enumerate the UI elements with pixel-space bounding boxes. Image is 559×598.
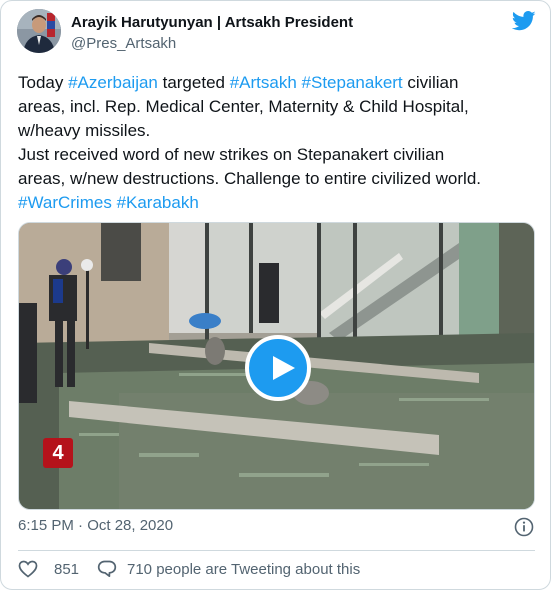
conversation-link[interactable]: 710 people are Tweeting about this: [97, 558, 360, 580]
tweet-text-segment: w/heavy missiles.: [18, 121, 151, 140]
tweet-card: Arayik Harutyunyan | Artsakh President @…: [0, 0, 551, 590]
tweet-line: areas, w/new destructions. Challenge to …: [18, 167, 538, 191]
avatar-photo: [17, 9, 61, 53]
conversation-text: 710 people are Tweeting about this: [127, 560, 361, 578]
tweet-text-segment: Today: [18, 73, 69, 92]
like-count: 851: [54, 560, 80, 578]
tweet-text-segment: civilian: [402, 73, 459, 92]
divider: [18, 550, 535, 551]
tweet-text-segment: areas, w/new destructions. Challenge to …: [18, 169, 482, 188]
tweet-line: w/heavy missiles.: [18, 119, 538, 143]
tweet-line: Just received word of new strikes on Ste…: [18, 143, 538, 167]
hashtag-link[interactable]: #WarCrimes: [18, 193, 112, 212]
channel-logo: 4: [43, 438, 73, 468]
twitter-bird-icon[interactable]: [512, 11, 536, 31]
tweet-timestamp[interactable]: 6:15 PM · Oct 28, 2020: [18, 517, 173, 534]
play-icon[interactable]: [245, 335, 311, 401]
hashtag-link[interactable]: #Stepanakert: [302, 73, 403, 92]
hashtag-link[interactable]: #Artsakh: [230, 73, 297, 92]
tweet-text-segment: areas, incl. Rep. Medical Center, Matern…: [18, 97, 469, 116]
info-icon[interactable]: [514, 517, 534, 537]
like-button[interactable]: 851: [18, 558, 79, 580]
author-handle[interactable]: @Pres_Artsakh: [71, 35, 176, 52]
hashtag-link[interactable]: #Azerbaijan: [68, 73, 158, 92]
author-name[interactable]: Arayik Harutyunyan | Artsakh President: [71, 14, 353, 31]
tweet-body: Today #Azerbaijan targeted #Artsakh #Ste…: [18, 71, 538, 215]
tweet-line: Today #Azerbaijan targeted #Artsakh #Ste…: [18, 71, 538, 95]
avatar[interactable]: [17, 9, 61, 53]
tweet-text-segment: targeted: [157, 73, 230, 92]
tweet-text-segment: Just received word of new strikes on Ste…: [18, 145, 445, 164]
tweet-line: #WarCrimes #Karabakh: [18, 191, 538, 215]
tweet-line: areas, incl. Rep. Medical Center, Matern…: [18, 95, 538, 119]
hashtag-link[interactable]: #Karabakh: [117, 193, 199, 212]
channel-logo-text: 4: [52, 442, 64, 464]
speech-bubble-icon: [97, 560, 117, 578]
heart-icon: [18, 560, 38, 578]
tweet-video[interactable]: 4: [18, 222, 535, 510]
